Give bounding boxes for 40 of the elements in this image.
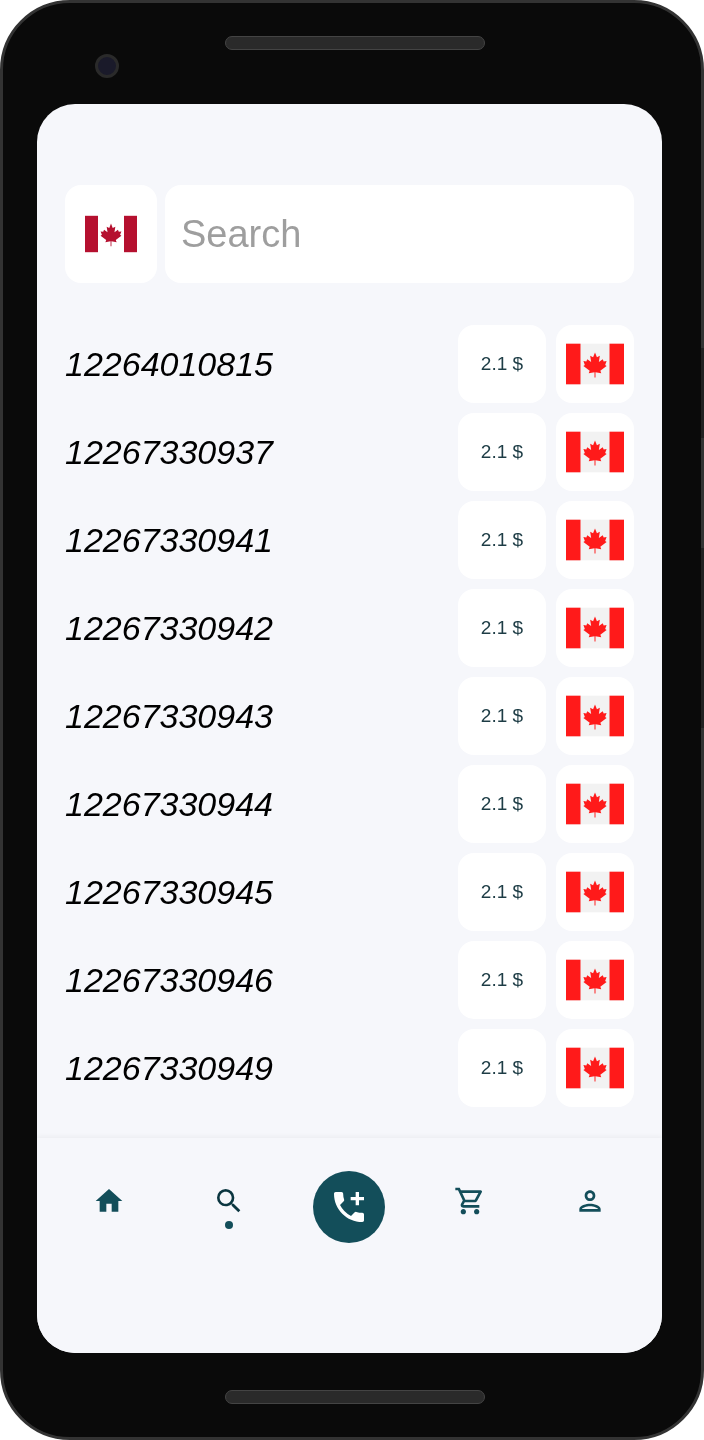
phone-number: 12264010815 <box>65 343 274 385</box>
camera-icon <box>95 54 119 78</box>
canada-flag-icon <box>566 783 624 825</box>
canada-flag-icon <box>566 1047 624 1089</box>
phone-number: 12267330942 <box>65 607 274 649</box>
flag-button[interactable] <box>556 677 634 755</box>
canada-flag-icon <box>566 343 624 385</box>
country-button[interactable] <box>65 185 157 283</box>
flag-button[interactable] <box>556 589 634 667</box>
canada-flag-icon <box>566 431 624 473</box>
canada-flag-icon <box>566 695 624 737</box>
canada-flag-icon <box>566 959 624 1001</box>
phone-number: 12267330949 <box>65 1047 274 1089</box>
price-label: 2.1 $ <box>458 413 546 491</box>
price-label: 2.1 $ <box>458 765 546 843</box>
canada-flag-icon <box>566 607 624 649</box>
search-field[interactable]: Search <box>165 185 634 283</box>
flag-button[interactable] <box>556 941 634 1019</box>
price-label: 2.1 $ <box>458 1029 546 1107</box>
price-label: 2.1 $ <box>458 677 546 755</box>
flag-button[interactable] <box>556 325 634 403</box>
canada-flag-icon <box>566 519 624 561</box>
phone-number: 12267330941 <box>65 519 274 561</box>
phone-number: 12267330945 <box>65 871 274 913</box>
phone-number: 12267330943 <box>65 695 274 737</box>
flag-button[interactable] <box>556 413 634 491</box>
flag-button[interactable] <box>556 1029 634 1107</box>
price-label: 2.1 $ <box>458 325 546 403</box>
price-label: 2.1 $ <box>458 501 546 579</box>
phone-number: 12267330944 <box>65 783 274 825</box>
canada-flag-icon <box>566 871 624 913</box>
flag-button[interactable] <box>556 853 634 931</box>
phone-number: 12267330946 <box>65 959 274 1001</box>
phone-number: 12267330937 <box>65 431 275 473</box>
canada-flag-icon <box>85 215 137 253</box>
price-label: 2.1 $ <box>458 941 546 1019</box>
price-label: 2.1 $ <box>458 589 546 667</box>
flag-button[interactable] <box>556 501 634 579</box>
flag-button[interactable] <box>556 765 634 843</box>
price-label: 2.1 $ <box>458 853 546 931</box>
